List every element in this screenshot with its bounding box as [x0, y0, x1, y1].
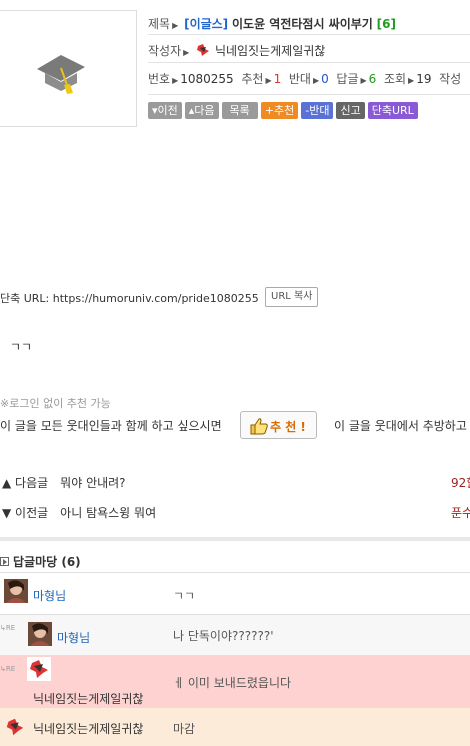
comment-author[interactable]: 닉네임짓는게제일귀찮 — [33, 690, 143, 707]
author-label: 작성자 — [148, 44, 182, 58]
next-button[interactable]: ▴다음 — [184, 102, 219, 119]
comment-row: ↳RE 마형님 나 단독이야??????' — [0, 614, 470, 655]
views-label: 조회 — [383, 72, 407, 86]
next-post-label: ▲ 다음글 — [2, 476, 49, 490]
url-copy-button[interactable]: URL 복사 — [265, 287, 319, 307]
next-post-link[interactable]: ▲ 다음글 뭐야 안내려? — [2, 474, 126, 491]
prev-post-link[interactable]: ▼ 이전글 아니 탐욕스윙 뭐여 — [2, 504, 156, 521]
comment-count: [6] — [376, 17, 396, 31]
author-badge-icon — [195, 42, 212, 58]
thumbs-up-icon — [250, 418, 268, 435]
reply-mark: ↳RE — [0, 665, 16, 673]
comment-text: ㄱㄱ — [173, 589, 196, 603]
author-row: 작성자 ▶ 닉네임짓는게제일귀찮 — [148, 42, 326, 58]
reply-count: 6 — [368, 72, 377, 86]
user-avatar-icon — [28, 622, 52, 646]
user-avatar-icon — [27, 657, 51, 681]
subject-label: 제목 — [148, 17, 171, 31]
author-name[interactable]: 닉네임짓는게제일귀찮 — [215, 44, 325, 58]
short-url-button[interactable]: 단축URL — [367, 102, 418, 119]
comment-author[interactable]: 마형님 — [33, 587, 66, 604]
stats-row: 번호 ▶ 1080255 추천 ▶ 1 반대 ▶ 0 답글 ▶ 6 조회 ▶ 19 작성 — [148, 72, 462, 86]
oppose-count: 0 — [321, 72, 329, 86]
short-url-text: 단축 URL: https://humoruniv.com/pride10802… — [0, 292, 259, 305]
divider — [148, 62, 470, 63]
comment-row: 마형님 ㄱㄱ — [0, 572, 470, 614]
recommend-button[interactable]: +추천 — [260, 102, 299, 119]
prev-button[interactable]: ▾이전 — [148, 102, 182, 119]
user-avatar-icon — [4, 716, 26, 738]
comments-header-text: 답글마당 (6) — [13, 555, 81, 569]
list-button[interactable]: 목록 — [221, 102, 258, 119]
graduation-cap-icon — [37, 55, 85, 94]
prev-post-author: 푼수 — [451, 506, 470, 520]
recommend-count: 1 — [273, 72, 282, 86]
user-avatar-icon — [4, 579, 28, 603]
oppose-label: 반대 — [288, 72, 311, 86]
title-row: 제목 ▶ [이글스] 이도윤 역전타점시 싸이부기 [6] — [148, 17, 396, 31]
big-recommend-label: 추 천 ! — [270, 420, 306, 434]
oppose-button[interactable]: -반대 — [301, 102, 334, 119]
view-count: 19 — [416, 72, 432, 86]
post-title: 이도윤 역전타점시 싸이부기 — [232, 17, 373, 31]
comments-header: 답글마당 (6) — [0, 553, 81, 570]
comment-text: 마감 — [173, 722, 196, 736]
comment-author[interactable]: 마형님 — [57, 629, 90, 646]
recommend-label: 추천 — [241, 72, 264, 86]
next-post-author: 92할 — [451, 476, 470, 490]
nologin-notice: ※로그인 없이 추천 가능 — [0, 397, 111, 410]
prev-post-title[interactable]: 아니 탐욕스윙 뭐여 — [60, 506, 156, 520]
comment-author[interactable]: 닉네임짓는게제일귀찮 — [33, 720, 143, 737]
next-post-title[interactable]: 뭐야 안내려? — [60, 476, 125, 490]
report-button[interactable]: 신고 — [336, 102, 365, 119]
big-recommend-button[interactable]: 추 천 ! — [240, 411, 317, 439]
section-divider — [0, 537, 470, 541]
comment-row: 닉네임짓는게제일귀찮 마감 — [0, 707, 470, 746]
post-number: 1080255 — [180, 72, 234, 86]
play-icon — [0, 557, 9, 566]
prev-post-label: ▼ 이전글 — [2, 506, 49, 520]
reply-label: 답글 — [336, 72, 359, 86]
number-label: 번호 — [148, 72, 171, 86]
divider — [148, 94, 470, 95]
category-tag[interactable]: [이글스] — [184, 17, 228, 31]
action-buttons: ▾이전 ▴다음 목록 +추천 -반대 신고 단축URL — [148, 102, 421, 119]
post-body: ㄱㄱ — [10, 340, 33, 354]
reply-mark: ↳RE — [0, 624, 16, 632]
recommend-prompt: 이 글을 모든 웃대인들과 함께 하고 싶으시면 — [0, 419, 222, 433]
comment-row: ↳RE 닉네임짓는게제일귀찮 ㅔ 이미 보내드렸읍니다 — [0, 655, 470, 707]
post-thumbnail — [0, 10, 137, 127]
date-label: 작성 — [439, 72, 462, 86]
comment-text: 나 단독이야??????' — [173, 629, 274, 643]
comment-text: ㅔ 이미 보내드렸읍니다 — [173, 676, 292, 690]
divider — [148, 34, 470, 35]
expel-prompt: 이 글을 웃대에서 추방하고 — [334, 419, 467, 433]
